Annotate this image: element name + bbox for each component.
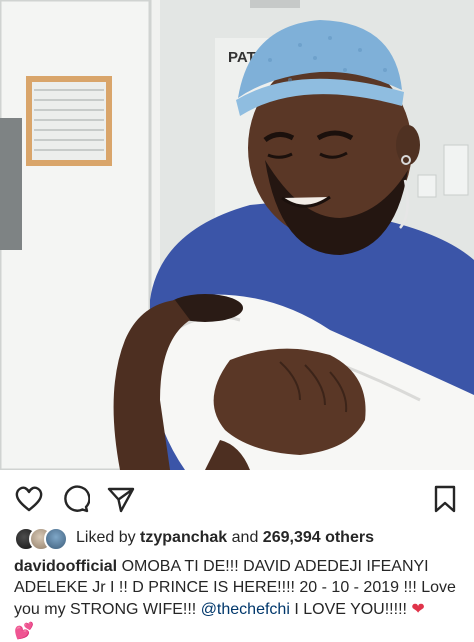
- ceiling-rail: [250, 0, 300, 8]
- photo-illustration: PATSH: [0, 0, 474, 470]
- door-handle-plate: [0, 118, 22, 250]
- heart-icon: [15, 486, 43, 512]
- wall-switch: [443, 144, 469, 196]
- ear: [396, 125, 420, 165]
- post-actions-bar: [0, 478, 474, 520]
- red-heart-emoji: ❤: [411, 599, 425, 618]
- bookmark-icon: [434, 485, 456, 513]
- liked-by-user-link[interactable]: tzypanchak: [140, 529, 227, 547]
- share-button[interactable]: [106, 484, 136, 514]
- two-hearts-emoji: 💕: [14, 621, 34, 640]
- send-icon: [107, 487, 135, 513]
- like-button[interactable]: [14, 484, 44, 514]
- comment-icon: [64, 485, 91, 513]
- post-caption: davidoofficial OMOBA TI DE!!! DAVID ADED…: [14, 556, 460, 642]
- likes-connector: and: [231, 529, 259, 546]
- wall-socket: [417, 174, 437, 198]
- liker-avatars[interactable]: [14, 527, 70, 551]
- likes-count-link[interactable]: 269,394 others: [263, 529, 374, 547]
- likes-summary: Liked by tzypanchak and 269,394 others: [14, 526, 374, 551]
- likes-prefix: Liked by: [76, 529, 136, 546]
- caption-mention[interactable]: @thechefchi: [201, 601, 290, 618]
- save-button[interactable]: [430, 484, 460, 514]
- comment-button[interactable]: [60, 484, 91, 514]
- caption-text-end: I LOVE YOU!!!!!: [294, 601, 407, 618]
- vent-slats: [34, 89, 104, 151]
- post-photo[interactable]: PATSH: [0, 0, 474, 470]
- caption-username[interactable]: davidoofficial: [14, 558, 117, 575]
- avatar: [44, 527, 68, 551]
